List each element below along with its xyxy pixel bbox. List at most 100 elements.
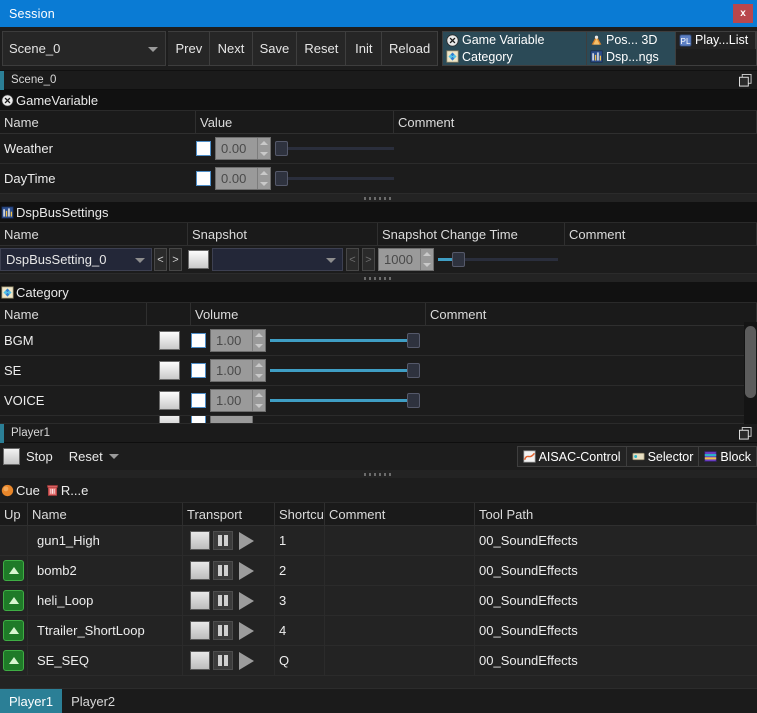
- toggle-pos-3d[interactable]: Pos... 3D: [586, 32, 676, 49]
- scene-dropdown[interactable]: Scene_0: [2, 31, 167, 66]
- play-icon[interactable]: [236, 621, 256, 640]
- cat-slider-knob[interactable]: [407, 332, 420, 348]
- gv-row-value-spinner[interactable]: 0.00: [215, 137, 271, 160]
- cat-row-volume-slider[interactable]: [270, 331, 420, 350]
- play-icon[interactable]: [236, 651, 256, 670]
- cat-row-volume-spinner[interactable]: 1.00: [210, 389, 266, 412]
- cat-row-volume-slider[interactable]: [270, 361, 420, 380]
- cat-row-checkbox[interactable]: [191, 416, 206, 423]
- gv-row-slider[interactable]: [275, 169, 394, 188]
- dspbus-row[interactable]: DspBusSetting_0 < > < > 1000: [0, 246, 757, 274]
- move-up-button[interactable]: [3, 560, 24, 581]
- save-button[interactable]: Save: [252, 31, 298, 66]
- aisac-control-button[interactable]: AISAC-Control: [516, 446, 626, 467]
- category-row[interactable]: VOICE 1.00: [0, 386, 757, 416]
- category-scrollbar-thumb[interactable]: [745, 326, 756, 398]
- cat-spinner-up-button[interactable]: [253, 330, 265, 341]
- splitter-gamevariable[interactable]: [0, 194, 757, 202]
- snapshot-toggle-button[interactable]: [188, 250, 209, 269]
- cat-slider-knob[interactable]: [407, 362, 420, 378]
- gamevariable-row[interactable]: DayTime 0.00: [0, 164, 757, 194]
- reload-button[interactable]: Reload: [382, 31, 438, 66]
- splitter-dspbus[interactable]: [0, 274, 757, 282]
- maximize-icon[interactable]: [739, 74, 752, 87]
- gv-row-slider[interactable]: [275, 139, 394, 158]
- dspbus-name-dropdown[interactable]: DspBusSetting_0: [0, 248, 152, 271]
- move-up-button[interactable]: [3, 620, 24, 641]
- pause-icon[interactable]: [213, 531, 233, 550]
- change-time-knob[interactable]: [452, 251, 465, 267]
- cat-row-volume-spinner[interactable]: [210, 416, 253, 423]
- play-icon[interactable]: [236, 531, 256, 550]
- play-icon[interactable]: [236, 561, 256, 580]
- pause-icon[interactable]: [213, 561, 233, 580]
- stop-icon[interactable]: [190, 651, 210, 670]
- cat-row-volume-slider[interactable]: [270, 391, 420, 410]
- snapshot-dropdown[interactable]: [212, 248, 343, 271]
- stop-icon[interactable]: [190, 621, 210, 640]
- remove-cue-button[interactable]: R...e: [46, 483, 92, 498]
- close-button[interactable]: x: [733, 4, 753, 23]
- toggle-game-variable[interactable]: Game Variable: [442, 32, 587, 49]
- selector-button[interactable]: Selector: [625, 446, 699, 467]
- tab-player2[interactable]: Player2: [62, 689, 124, 713]
- next-button[interactable]: Next: [210, 31, 253, 66]
- row-comment[interactable]: [325, 615, 475, 646]
- gv-row-checkbox[interactable]: [196, 141, 211, 156]
- tab-player1[interactable]: Player1: [0, 689, 63, 713]
- cat-spinner-down-button[interactable]: [253, 401, 265, 412]
- dspbus-next-button[interactable]: >: [169, 248, 182, 271]
- stop-button-label[interactable]: Stop: [26, 449, 53, 464]
- chevron-down-icon[interactable]: [108, 454, 119, 459]
- table-row[interactable]: gun1_High 1 00_SoundEffects: [0, 525, 757, 556]
- reset-button[interactable]: Reset: [297, 31, 347, 66]
- gv-row-checkbox[interactable]: [196, 171, 211, 186]
- cat-row-checkbox[interactable]: [191, 363, 206, 378]
- toggle-category[interactable]: Category: [442, 48, 587, 65]
- stop-button-icon[interactable]: [3, 448, 20, 465]
- cat-spinner-down-button[interactable]: [253, 341, 265, 352]
- change-time-spinner[interactable]: 1000: [378, 248, 434, 271]
- row-comment[interactable]: [325, 585, 475, 616]
- cat-spinner-down-button[interactable]: [253, 371, 265, 382]
- init-button[interactable]: Init: [346, 31, 383, 66]
- cat-slider-knob[interactable]: [407, 392, 420, 408]
- pause-icon[interactable]: [213, 651, 233, 670]
- table-row[interactable]: SE_SEQ Q 00_SoundEffects: [0, 645, 757, 676]
- stop-icon[interactable]: [190, 591, 210, 610]
- cat-row-volume-spinner[interactable]: 1.00: [210, 359, 266, 382]
- reset-button-label[interactable]: Reset: [69, 449, 103, 464]
- category-scrollbar[interactable]: [744, 322, 757, 432]
- snapshot-next-button[interactable]: >: [362, 248, 375, 271]
- toggle-dsp-bus-settings[interactable]: Dsp...ngs: [586, 48, 676, 65]
- pause-icon[interactable]: [213, 591, 233, 610]
- cat-row-volume-spinner[interactable]: 1.00: [210, 329, 266, 352]
- gv-spinner-up-button[interactable]: [258, 168, 270, 179]
- cat-row-mute-button[interactable]: [158, 391, 180, 410]
- gv-slider-knob[interactable]: [275, 170, 288, 186]
- table-row[interactable]: Ttrailer_ShortLoop 4 00_SoundEffects: [0, 615, 757, 646]
- cat-row-mute-button[interactable]: [158, 416, 180, 423]
- move-up-button[interactable]: [3, 590, 24, 611]
- row-comment[interactable]: [325, 525, 475, 556]
- cat-row-mute-button[interactable]: [158, 331, 180, 350]
- move-up-button[interactable]: [3, 650, 24, 671]
- gv-row-value-spinner[interactable]: 0.00: [215, 167, 271, 190]
- cat-spinner-up-button[interactable]: [253, 360, 265, 371]
- splitter-player[interactable]: [0, 470, 757, 478]
- row-comment[interactable]: [325, 645, 475, 676]
- dspbus-prev-button[interactable]: <: [154, 248, 167, 271]
- pause-icon[interactable]: [213, 621, 233, 640]
- gv-slider-knob[interactable]: [275, 140, 288, 156]
- cat-row-checkbox[interactable]: [191, 333, 206, 348]
- category-row[interactable]: BGM 1.00: [0, 326, 757, 356]
- stop-icon[interactable]: [190, 531, 210, 550]
- toggle-play-list[interactable]: PL Play...List: [675, 32, 756, 49]
- category-row[interactable]: SE 1.00: [0, 356, 757, 386]
- play-icon[interactable]: [236, 591, 256, 610]
- cat-row-mute-button[interactable]: [158, 361, 180, 380]
- snapshot-prev-button[interactable]: <: [346, 248, 359, 271]
- cat-row-checkbox[interactable]: [191, 393, 206, 408]
- change-time-down-button[interactable]: [421, 260, 433, 271]
- change-time-slider[interactable]: [438, 250, 558, 269]
